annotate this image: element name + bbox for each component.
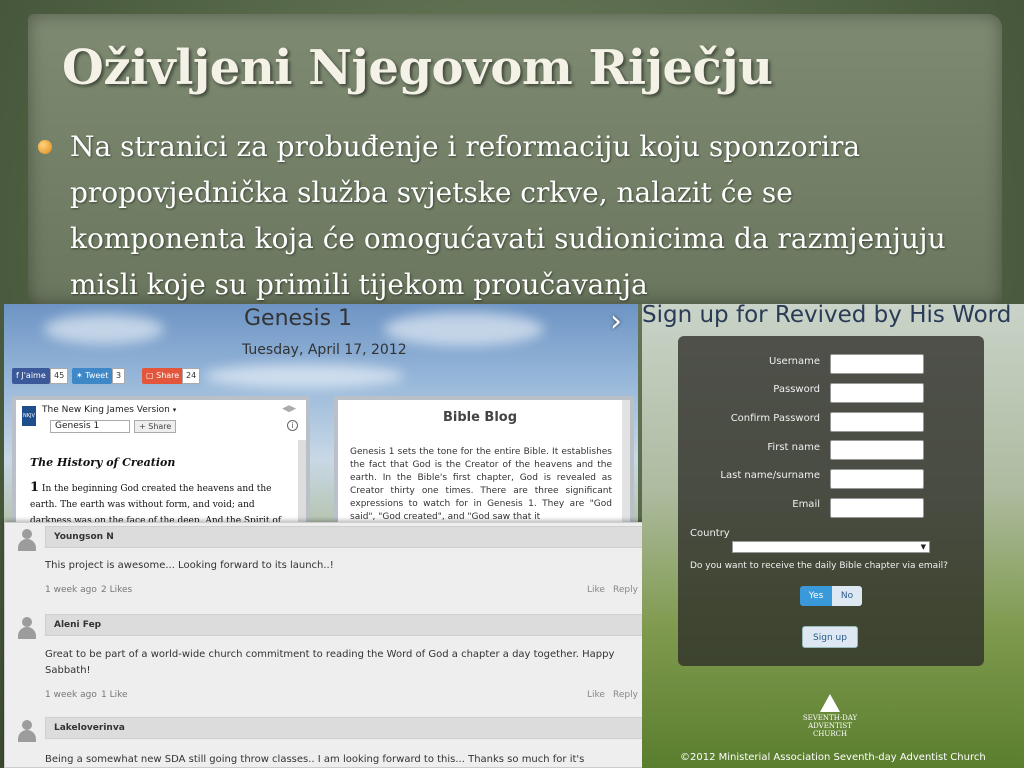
flame-icon	[820, 694, 840, 712]
comment-author: Lakeloverinva	[45, 717, 645, 739]
info-icon[interactable]: i	[287, 420, 298, 431]
last-name-field[interactable]	[830, 469, 924, 489]
cloud	[384, 312, 544, 346]
email-label: Email	[792, 499, 820, 510]
no-toggle[interactable]: No	[832, 586, 862, 606]
signup-title: Sign up for Revived by His Word	[642, 304, 1012, 328]
reference-input[interactable]: Genesis 1	[50, 420, 130, 433]
version-select[interactable]: The New King James Version ▾	[42, 405, 176, 415]
chapter-title: Genesis 1	[244, 306, 353, 331]
blog-scrollbar[interactable]	[622, 400, 630, 526]
logo-text: SEVENTH-DAY ADVENTIST CHURCH	[802, 714, 858, 738]
reply-link[interactable]: Reply	[613, 585, 638, 595]
country-select[interactable]: ▼	[732, 541, 930, 553]
comment-likes[interactable]: 1 Like	[101, 690, 128, 700]
password-field[interactable]	[830, 383, 924, 403]
reply-link[interactable]: Reply	[613, 690, 638, 700]
section-heading: The History of Creation	[30, 456, 176, 469]
tweet-count: 3	[112, 368, 126, 384]
reader-scrollbar[interactable]	[298, 440, 306, 526]
slide-title: Oživljeni Njegovom Riječju	[62, 40, 773, 96]
chapter-date: Tuesday, April 17, 2012	[242, 342, 407, 358]
confirm-password-field[interactable]	[830, 412, 924, 432]
sign-up-button[interactable]: Sign up	[802, 626, 858, 648]
password-label: Password	[773, 384, 820, 395]
comment-time: 1 week ago	[45, 585, 97, 595]
like-link[interactable]: Like	[587, 585, 605, 595]
bible-blog-panel: Bible Blog Genesis 1 sets the tone for t…	[334, 396, 634, 526]
nkjv-logo: NKJV	[22, 406, 36, 426]
signup-screenshot: Sign up for Revived by His Word Username…	[642, 304, 1024, 768]
first-name-label: First name	[767, 442, 820, 453]
share-count: 24	[182, 368, 201, 384]
comment-text: Great to be part of a world-wide church …	[45, 649, 615, 676]
prev-next-arrows-icon[interactable]: ◀▶	[282, 404, 296, 414]
comment-author: Youngson N	[45, 526, 645, 548]
bullet-text: Na stranici za probuđenje i reformaciju …	[70, 130, 946, 301]
comment-author: Aleni Fep	[45, 614, 645, 636]
tweet-button[interactable]: ✶ Tweet	[72, 368, 113, 384]
username-label: Username	[769, 356, 820, 367]
avatar	[15, 718, 39, 742]
verse-text: 1 In the beginning God created the heave…	[30, 480, 282, 526]
chevron-down-icon: ▾	[172, 406, 177, 414]
yes-toggle[interactable]: Yes	[800, 586, 832, 606]
username-field[interactable]	[830, 354, 924, 374]
chevron-right-icon[interactable]: ›	[610, 304, 622, 339]
blog-title: Bible Blog	[442, 410, 518, 425]
sda-logo: SEVENTH-DAY ADVENTIST CHURCH	[800, 694, 860, 742]
last-name-label: Last name/surname	[720, 470, 820, 481]
comment-time: 1 week ago	[45, 690, 97, 700]
facebook-like-button[interactable]: f J'aime	[12, 368, 50, 384]
chevron-down-icon: ▼	[920, 543, 926, 551]
blog-text: Genesis 1 sets the tone for the entire B…	[350, 447, 612, 522]
like-count: 45	[50, 368, 69, 384]
confirm-password-label: Confirm Password	[730, 413, 820, 424]
email-question: Do you want to receive the daily Bible c…	[690, 561, 948, 571]
first-name-field[interactable]	[830, 440, 924, 460]
comment-text: This project is awesome... Looking forwa…	[45, 560, 334, 571]
comment-text: Being a somewhat new SDA still going thr…	[45, 754, 585, 765]
email-field[interactable]	[830, 498, 924, 518]
signup-form: Username Password Confirm Password First…	[678, 336, 984, 666]
cloud	[44, 314, 164, 344]
bible-reader-panel: NKJV The New King James Version ▾ Genesi…	[12, 396, 310, 526]
copyright-text: ©2012 Ministerial Association Seventh-da…	[680, 752, 986, 763]
comments-panel: Youngson N This project is awesome... Lo…	[4, 522, 654, 768]
country-label: Country	[690, 528, 730, 539]
cloud	[204, 364, 404, 388]
like-link[interactable]: Like	[587, 690, 605, 700]
reader-share-button[interactable]: + Share	[134, 420, 177, 433]
share-button[interactable]: ▢ Share	[142, 368, 184, 384]
avatar	[15, 527, 39, 551]
avatar	[15, 615, 39, 639]
bullet-icon	[38, 140, 52, 154]
comment-likes[interactable]: 2 Likes	[101, 585, 132, 595]
bible-page-screenshot: Genesis 1 Tuesday, April 17, 2012 › f J'…	[4, 304, 638, 526]
